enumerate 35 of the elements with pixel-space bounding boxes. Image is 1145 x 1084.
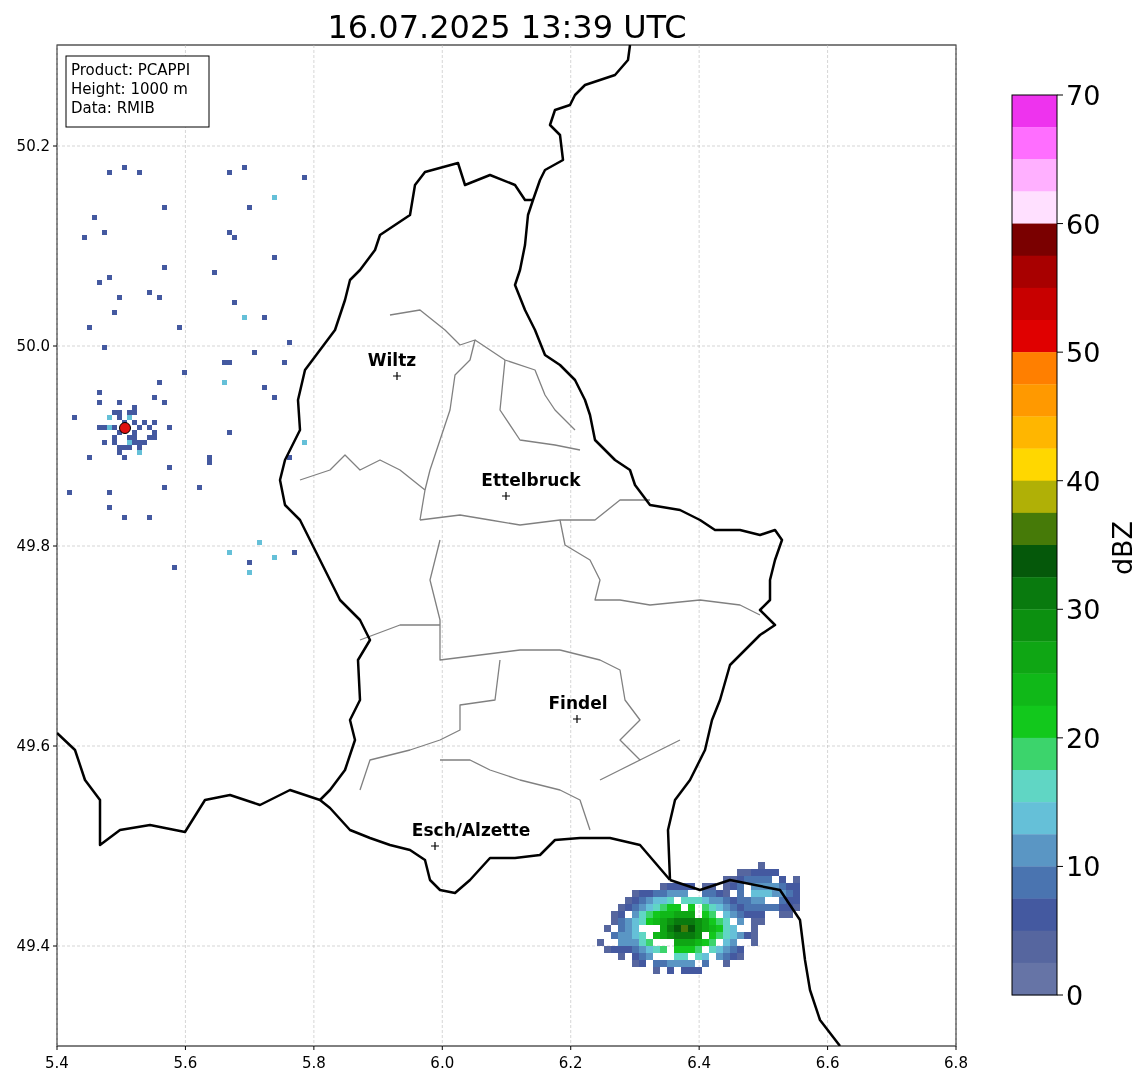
axis-tick-label: 5.8 [301,1054,326,1072]
city-label: Findel [548,693,608,713]
axis-tick-label: 49.8 [16,537,50,555]
city-marker-icon [572,714,582,724]
axis-tick-label: 49.6 [16,737,50,755]
axis-tick-label: 6.2 [558,1054,583,1072]
axis-tick-label: 6.0 [430,1054,455,1072]
axis-tick-label: 6.8 [944,1054,968,1072]
axis-tick-label: 5.4 [45,1054,69,1072]
colorbar-tick-label: 70 [1066,80,1101,111]
axis-tick-label: 5.6 [173,1054,198,1072]
colorbar-tick-label: 50 [1066,337,1101,369]
colorbar-tick-label: 60 [1066,208,1101,240]
city-marker-icon [501,491,511,501]
colorbar-tick-label: 40 [1066,465,1101,497]
colorbar-tick-label: 20 [1066,722,1101,754]
axis-tick-label: 50.0 [16,337,50,355]
info-text: Data: RMIB [71,99,155,117]
colorbar-tick-label: 0 [1066,980,1084,1011]
city-marker-icon [430,841,440,851]
colorbar-label: dBZ [1107,520,1138,576]
radar-site-icon [119,422,131,434]
info-text: Height: 1000 m [71,80,188,98]
city-label: Esch/Alzette [411,820,531,840]
axis-tick-label: 6.4 [687,1054,712,1072]
city-label: Wiltz [367,350,417,370]
axis-tick-label: 49.4 [16,937,50,955]
axis-tick-label: 50.2 [16,137,50,155]
city-marker-icon [392,371,402,381]
colorbar-tick-label: 10 [1066,851,1101,883]
info-text: Product: PCAPPI [71,61,191,79]
city-label: Ettelbruck [481,470,581,490]
colorbar-tick-label: 30 [1066,594,1101,626]
chart-title: 16.07.2025 13:39 UTC [327,8,687,46]
axis-tick-label: 6.6 [815,1054,840,1072]
